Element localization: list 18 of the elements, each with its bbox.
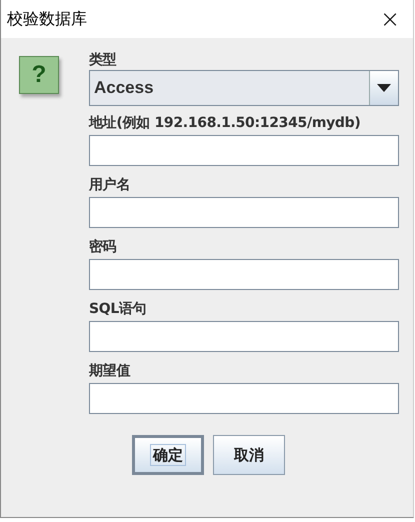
input-field[interactable]	[89, 383, 399, 414]
ok-button[interactable]: 确定	[132, 435, 204, 475]
input-field[interactable]	[89, 259, 399, 290]
input-field[interactable]	[89, 197, 399, 228]
input-field[interactable]	[89, 135, 399, 166]
question-icon: ?	[19, 56, 59, 94]
type-dropdown[interactable]: Access	[89, 70, 399, 106]
field-label: 类型	[89, 51, 118, 70]
close-button[interactable]: ×	[367, 0, 413, 38]
field-label: 用户名	[89, 176, 132, 195]
field-label: SQL语句	[89, 300, 148, 319]
caret-icon	[377, 84, 391, 92]
field-label: 地址(例如 192.168.1.50:12345/mydb)	[89, 114, 362, 133]
field-label: 密码	[89, 238, 118, 257]
field-label: 期望值	[89, 362, 132, 381]
input-field[interactable]	[89, 321, 399, 352]
cancel-button[interactable]: 取消	[213, 435, 285, 475]
window-title: 校验数据库	[7, 8, 87, 30]
